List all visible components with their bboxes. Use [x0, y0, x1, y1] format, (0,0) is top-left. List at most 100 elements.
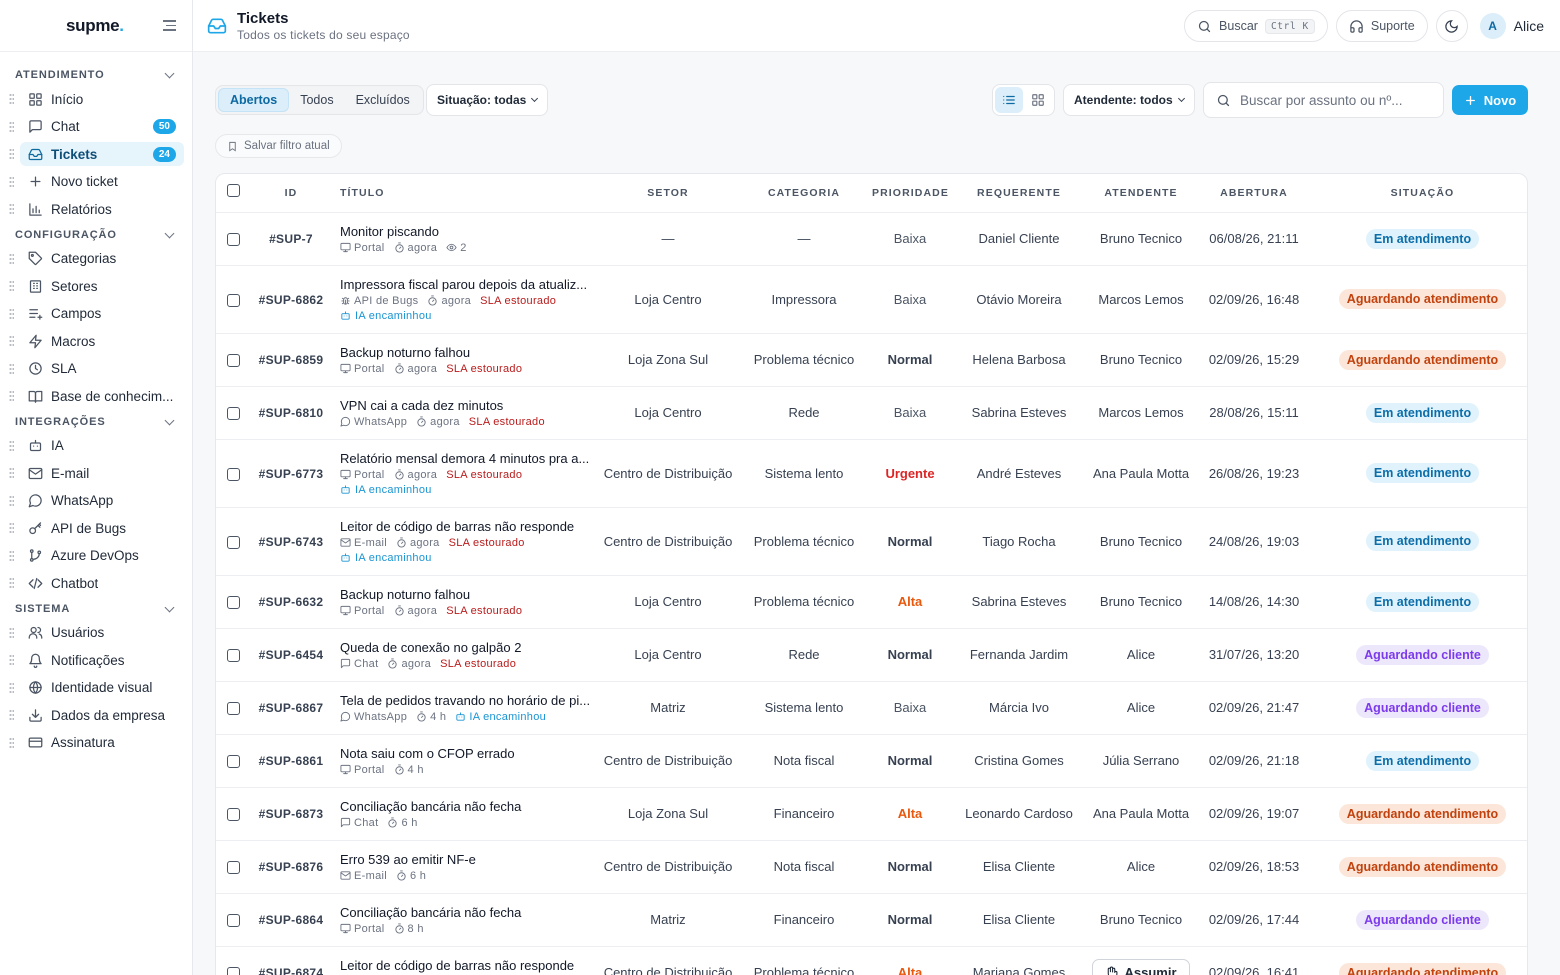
- ticket-title[interactable]: Leitor de código de barras não responde: [340, 519, 596, 534]
- col-sector[interactable]: SETOR: [600, 174, 736, 213]
- drag-handle-icon[interactable]: [9, 626, 14, 639]
- row-checkbox[interactable]: [226, 233, 240, 247]
- ticket-id[interactable]: #SUP-6874: [259, 966, 324, 975]
- row-checkbox[interactable]: [226, 649, 240, 663]
- sidebar-item[interactable]: E-mail: [9, 461, 184, 485]
- drag-handle-icon[interactable]: [9, 577, 14, 589]
- row-checkbox[interactable]: [226, 467, 240, 481]
- sidebar-item[interactable]: Setores: [9, 274, 184, 298]
- row-checkbox[interactable]: [226, 967, 240, 975]
- ticket-id[interactable]: #SUP-6810: [259, 406, 324, 420]
- drag-handle-icon[interactable]: [9, 120, 14, 133]
- drag-handle-icon[interactable]: [9, 307, 14, 320]
- sidebar-item[interactable]: Novo ticket: [9, 170, 184, 194]
- tab-0[interactable]: Abertos: [218, 88, 290, 112]
- ticket-id[interactable]: #SUP-6876: [259, 860, 324, 874]
- row-checkbox[interactable]: [226, 702, 240, 716]
- ticket-id[interactable]: #SUP-7: [269, 232, 313, 246]
- drag-handle-icon[interactable]: [9, 362, 14, 375]
- ticket-title[interactable]: Monitor piscando: [340, 224, 596, 239]
- sidebar-item[interactable]: Categorias: [9, 247, 184, 271]
- table-row[interactable]: #SUP-6454 Queda de conexão no galpão 2 Cha…: [216, 628, 1527, 682]
- agent-filter-dropdown[interactable]: Atendente: todos: [1063, 84, 1195, 116]
- ticket-title[interactable]: Conciliação bancária não fecha: [340, 799, 596, 814]
- drag-handle-icon[interactable]: [9, 681, 14, 694]
- status-filter-dropdown[interactable]: Situação: todas: [426, 84, 549, 116]
- col-title[interactable]: TÍTULO: [332, 174, 600, 213]
- assume-button[interactable]: Assumir: [1092, 958, 1190, 975]
- table-row[interactable]: #SUP-6632 Backup noturno falhou Portal agor…: [216, 575, 1527, 629]
- drag-handle-icon[interactable]: [9, 203, 14, 215]
- ticket-title[interactable]: Backup noturno falhou: [340, 587, 596, 602]
- col-opened[interactable]: ABERTURA: [1192, 174, 1316, 213]
- col-agent[interactable]: ATENDENTE: [1090, 174, 1192, 213]
- theme-toggle-button[interactable]: [1435, 10, 1468, 42]
- drag-handle-icon[interactable]: [9, 280, 14, 292]
- sidebar-item[interactable]: WhatsApp: [9, 489, 184, 513]
- ticket-id[interactable]: #SUP-6862: [259, 293, 324, 307]
- drag-handle-icon[interactable]: [9, 709, 14, 721]
- nav-section-0[interactable]: ATENDIMENTO: [0, 65, 192, 85]
- global-search-button[interactable]: Buscar Ctrl K: [1184, 10, 1328, 42]
- ticket-title[interactable]: Conciliação bancária não fecha: [340, 905, 596, 920]
- new-ticket-button[interactable]: Novo: [1452, 85, 1528, 115]
- tab-2[interactable]: Excluídos: [345, 88, 421, 112]
- ticket-title[interactable]: Tela de pedidos travando no horário de p…: [340, 693, 596, 708]
- row-checkbox[interactable]: [226, 914, 240, 928]
- row-checkbox[interactable]: [226, 808, 240, 822]
- col-category[interactable]: CATEGORIA: [736, 174, 872, 213]
- sidebar-item[interactable]: Início: [9, 87, 184, 111]
- select-all-checkbox[interactable]: [226, 184, 240, 198]
- sidebar-item[interactable]: Macros: [9, 329, 184, 353]
- menu-toggle-icon[interactable]: [160, 18, 176, 34]
- ticket-id[interactable]: #SUP-6773: [259, 467, 324, 481]
- table-row[interactable]: #SUP-6867 Tela de pedidos travando no hor…: [216, 681, 1527, 735]
- col-status[interactable]: SITUAÇÃO: [1316, 174, 1527, 213]
- brand-logo[interactable]: supme.: [66, 16, 124, 36]
- save-filter-button[interactable]: Salvar filtro atual: [215, 134, 342, 158]
- sidebar-item[interactable]: Notificações: [9, 648, 184, 672]
- grid-view-button[interactable]: [1025, 87, 1053, 113]
- drag-handle-icon[interactable]: [9, 522, 14, 534]
- ticket-title[interactable]: Queda de conexão no galpão 2: [340, 640, 596, 655]
- ticket-title[interactable]: Relatório mensal demora 4 minutos pra a.…: [340, 451, 596, 466]
- user-menu[interactable]: A Alice: [1479, 13, 1544, 39]
- table-row[interactable]: #SUP-6810 VPN cai a cada dez minutos Whats…: [216, 386, 1527, 440]
- ticket-id[interactable]: #SUP-6873: [259, 807, 324, 821]
- sidebar-item[interactable]: Azure DevOps: [9, 544, 184, 568]
- sidebar-item[interactable]: SLA: [9, 357, 184, 381]
- sidebar-item[interactable]: Assinatura: [9, 731, 184, 755]
- row-checkbox[interactable]: [226, 861, 240, 875]
- drag-handle-icon[interactable]: [9, 654, 14, 666]
- sidebar-item[interactable]: Chatbot: [9, 571, 184, 595]
- sidebar-item[interactable]: Relatórios: [9, 197, 184, 221]
- table-row[interactable]: #SUP-6859 Backup noturno falhou Portal agor…: [216, 333, 1527, 387]
- table-row[interactable]: #SUP-6874 Leitor de código de barras não …: [216, 946, 1527, 975]
- support-button[interactable]: Suporte: [1335, 10, 1428, 42]
- drag-handle-icon[interactable]: [9, 736, 14, 749]
- row-checkbox[interactable]: [226, 596, 240, 610]
- ticket-id[interactable]: #SUP-6859: [259, 353, 324, 367]
- table-row[interactable]: #SUP-6862 Impressora fiscal parou depois …: [216, 265, 1527, 334]
- ticket-title[interactable]: Erro 539 ao emitir NF-e: [340, 852, 596, 867]
- ticket-title[interactable]: Leitor de código de barras não responde: [340, 958, 596, 973]
- drag-handle-icon[interactable]: [9, 467, 14, 479]
- table-row[interactable]: #SUP-6773 Relatório mensal demora 4 minut…: [216, 439, 1527, 508]
- ticket-id[interactable]: #SUP-6632: [259, 595, 324, 609]
- table-row[interactable]: #SUP-6743 Leitor de código de barras não …: [216, 507, 1527, 576]
- ticket-id[interactable]: #SUP-6867: [259, 701, 324, 715]
- ticket-title[interactable]: Backup noturno falhou: [340, 345, 596, 360]
- drag-handle-icon[interactable]: [9, 439, 14, 452]
- table-row[interactable]: #SUP-6864 Conciliação bancária não fecha P…: [216, 893, 1527, 947]
- sidebar-item[interactable]: Usuários: [9, 621, 184, 645]
- ticket-id[interactable]: #SUP-6743: [259, 535, 324, 549]
- sidebar-item[interactable]: Base de conhecim...: [9, 384, 184, 408]
- table-row[interactable]: #SUP-6873 Conciliação bancária não fecha C…: [216, 787, 1527, 841]
- table-row[interactable]: #SUP-7 Monitor piscando Portal agora 2— — Baix…: [216, 212, 1527, 266]
- drag-handle-icon[interactable]: [9, 390, 14, 402]
- nav-section-1[interactable]: CONFIGURAÇÃO: [0, 225, 192, 245]
- row-checkbox[interactable]: [226, 535, 240, 549]
- ticket-title[interactable]: Nota saiu com o CFOP errado: [340, 746, 596, 761]
- ticket-search-input[interactable]: [1240, 92, 1420, 108]
- sidebar-item[interactable]: API de Bugs: [9, 516, 184, 540]
